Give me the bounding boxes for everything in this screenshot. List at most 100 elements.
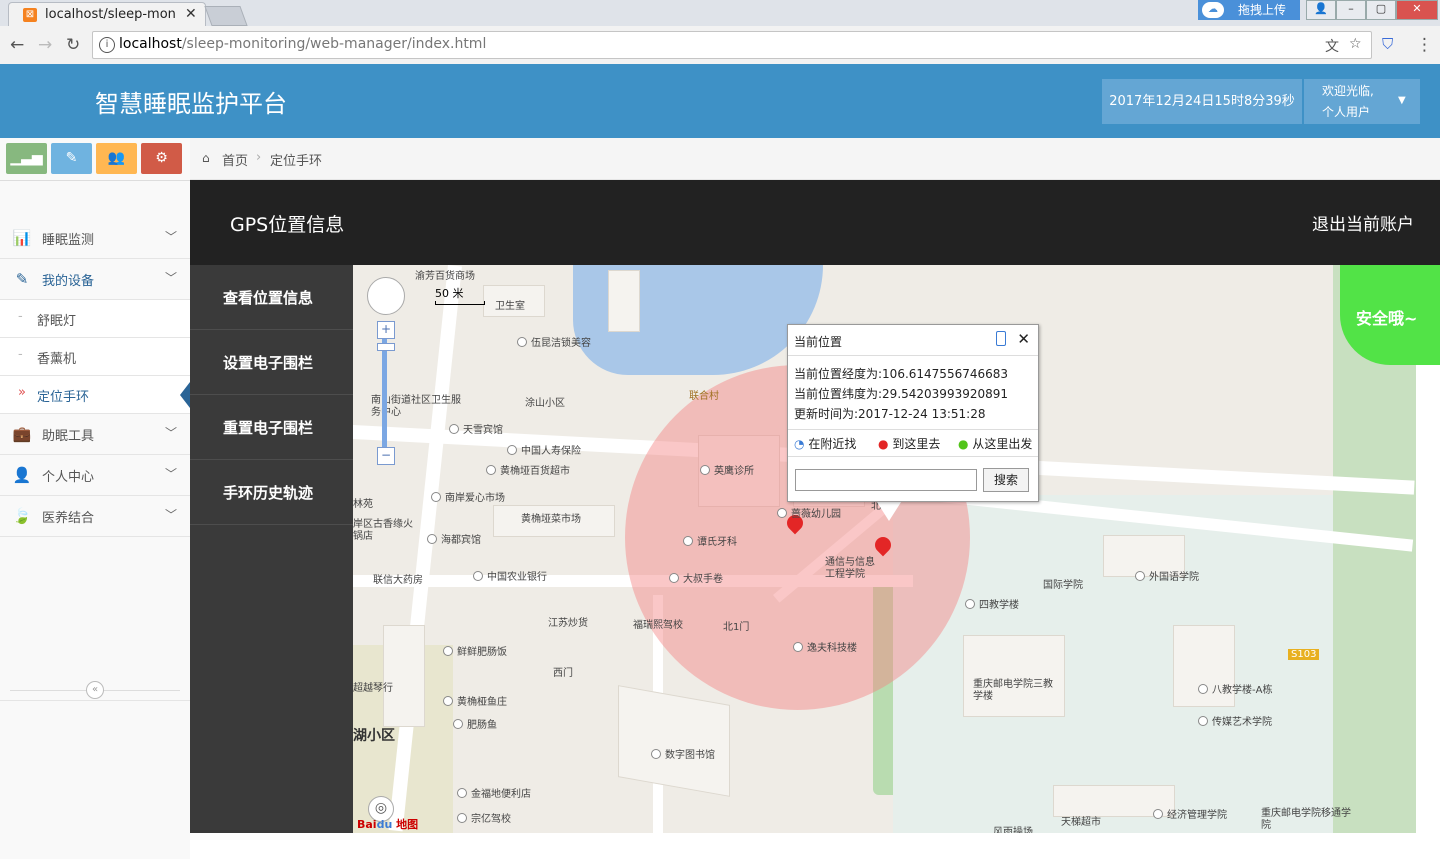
page-bottom	[190, 833, 1440, 859]
info-window-close-icon[interactable]: ✕	[1017, 330, 1030, 348]
window-close-icon[interactable]: ✕	[1396, 0, 1438, 20]
browser-tab[interactable]: ⊠ localhost/sleep-monitc ✕	[8, 2, 206, 27]
info-icon[interactable]: i	[99, 37, 115, 53]
map-poi: 黄桷垭百货超市	[486, 462, 570, 477]
browser-tab-bar: ⊠ localhost/sleep-monitc ✕ ☁ 拖拽上传 👤 – ▢ …	[0, 0, 1440, 27]
user-dropdown[interactable]: 欢迎光临, 个人用户 ▼	[1304, 79, 1420, 124]
map-poi: 渝芳百货商场	[415, 271, 475, 282]
set-fence-button[interactable]: 设置电子围栏	[190, 330, 353, 395]
briefcase-icon: 💼	[12, 425, 32, 443]
map-scale: 50 米	[435, 285, 485, 305]
menu-dots-icon[interactable]: ⋮	[1416, 35, 1433, 55]
minimize-icon[interactable]: –	[1336, 0, 1366, 20]
forward-icon[interactable]: →	[38, 35, 52, 55]
sidebar-subitem-aroma[interactable]: - 香薰机	[0, 338, 190, 376]
map-poi: 海都宾馆	[427, 531, 481, 546]
sidebar-subitem-locator[interactable]: » 定位手环	[0, 376, 190, 414]
sidebar-item-my-devices[interactable]: ✎ 我的设备 ﹀	[0, 259, 190, 300]
building	[383, 625, 425, 727]
welcome-text: 欢迎光临,	[1322, 84, 1374, 98]
gps-menu-label: 重置电子围栏	[223, 419, 314, 437]
sidebar-item-sleep-monitor[interactable]: 📊 睡眠监测 ﹀	[0, 218, 190, 259]
history-track-button[interactable]: 手环历史轨迹	[190, 460, 353, 525]
upload-button[interactable]: ☁ 拖拽上传	[1198, 0, 1300, 20]
double-chevron-left-icon: «	[91, 684, 99, 695]
map-poi: 卫生室	[495, 301, 525, 312]
building	[618, 685, 730, 797]
map-poi: 北1门	[723, 622, 750, 633]
map-poi: 国际学院	[1043, 580, 1083, 591]
map-poi: 蔷薇幼儿园	[777, 505, 841, 520]
route-from-here-button[interactable]: ● 从这里出发	[958, 435, 1032, 452]
chevron-down-icon: ﹀	[165, 508, 178, 522]
map-poi: 宗亿驾校	[457, 810, 511, 825]
breadcrumb-separator-icon: ›	[256, 150, 262, 165]
latitude-text: 当前位置纬度为:29.54203993920891	[794, 387, 1009, 401]
gps-panel-header: GPS位置信息 退出当前账户	[190, 180, 1440, 265]
bookmark-star-icon[interactable]: ☆	[1349, 36, 1362, 52]
poi-search-button[interactable]: 搜索	[983, 468, 1029, 492]
zoom-out-button[interactable]: −	[377, 447, 395, 465]
cogs-shortcut-button[interactable]: ⚙	[141, 143, 182, 174]
map-poi: 西门	[553, 668, 573, 679]
zoom-slider[interactable]	[382, 339, 387, 449]
sidebar: ▁▃▅ ✎ 👥 ⚙ 📊 睡眠监测 ﹀ ✎ 我的设备 ﹀ - 舒眠灯 - 香薰机 …	[0, 138, 191, 859]
crosshair-icon: ◎	[374, 800, 388, 816]
info-window-header: 当前位置 ✕	[788, 325, 1038, 356]
sidebar-item-personal[interactable]: 👤 个人中心 ﹀	[0, 455, 190, 496]
map-poi: 肥肠鱼	[453, 716, 497, 731]
map-pan-control[interactable]	[367, 277, 405, 315]
collapse-sidebar-button[interactable]: «	[86, 681, 104, 699]
favicon-icon: ⊠	[23, 8, 37, 22]
maximize-icon[interactable]: ▢	[1366, 0, 1396, 20]
reload-icon[interactable]: ↻	[66, 35, 80, 55]
gps-menu: 查看位置信息 设置电子围栏 重置电子围栏 手环历史轨迹	[190, 265, 353, 833]
info-window-actions: ◔ 在附近找 ● 到这里去 ● 从这里出发	[788, 429, 1038, 457]
app-header: 智慧睡眠监护平台 2017年12月24日15时8分39秒 欢迎光临, 个人用户 …	[0, 64, 1440, 138]
tab-title: localhost/sleep-monitc	[45, 7, 175, 22]
sidebar-subitem-sleep-lamp[interactable]: - 舒眠灯	[0, 300, 190, 338]
map-poi: 联合村	[689, 391, 719, 402]
route-to-here-button[interactable]: ● 到这里去	[878, 435, 940, 452]
breadcrumb: ⌂ 首页 › 定位手环	[190, 138, 1440, 180]
sidebar-item-medical[interactable]: 🍃 医养结合 ﹀	[0, 496, 190, 537]
chevron-down-icon: ﹀	[165, 467, 178, 481]
signal-shortcut-button[interactable]: ▁▃▅	[6, 143, 47, 174]
pin-icon: ●	[958, 437, 969, 451]
logout-link[interactable]: 退出当前账户	[1312, 210, 1414, 235]
info-window-title: 当前位置	[794, 335, 843, 349]
sidebar-item-sleep-tools[interactable]: 💼 助眠工具 ﹀	[0, 414, 190, 455]
search-nearby-button[interactable]: ◔ 在附近找	[794, 435, 856, 452]
reset-fence-button[interactable]: 重置电子围栏	[190, 395, 353, 460]
bullet-icon: -	[18, 347, 23, 362]
breadcrumb-home[interactable]: 首页	[222, 150, 248, 169]
map-poi: 重庆邮电学院移通学院	[1261, 808, 1351, 831]
sidebar-menu: 📊 睡眠监测 ﹀ ✎ 我的设备 ﹀ - 舒眠灯 - 香薰机 » 定位手环 💼 助…	[0, 218, 190, 537]
address-bar[interactable]: i localhost/sleep-monitoring/web-manager…	[92, 31, 1372, 59]
map-poi: 江苏炒货	[548, 618, 588, 629]
pencil-shortcut-button[interactable]: ✎	[51, 143, 92, 174]
phone-icon[interactable]	[996, 331, 1006, 346]
home-icon: ⌂	[202, 151, 210, 165]
map-poi: 经济管理学院	[1153, 806, 1227, 821]
map-poi: 传媒艺术学院	[1198, 713, 1272, 728]
user-icon[interactable]: 👤	[1306, 0, 1336, 20]
new-tab-button[interactable]	[204, 6, 248, 26]
user-icon: 👤	[12, 466, 32, 484]
upload-label: 拖拽上传	[1238, 3, 1287, 17]
tab-close-icon[interactable]: ✕	[185, 6, 197, 22]
shortcut-bar: ▁▃▅ ✎ 👥 ⚙	[0, 138, 190, 181]
back-icon[interactable]: ←	[10, 35, 24, 55]
users-shortcut-button[interactable]: 👥	[96, 143, 137, 174]
translate-icon[interactable]: ⽂	[1325, 36, 1339, 56]
pencil-icon: ✎	[65, 150, 78, 166]
map-poi: 八教学楼-A栋	[1198, 681, 1272, 696]
zoom-in-button[interactable]: +	[377, 321, 395, 339]
map-poi: 金福地便利店	[457, 785, 531, 800]
chevron-down-icon: ﹀	[165, 426, 178, 440]
poi-search-input[interactable]	[795, 469, 977, 491]
zoom-slider-handle[interactable]	[377, 343, 395, 351]
shield-extension-icon[interactable]: ⛉	[1382, 35, 1393, 53]
view-location-button[interactable]: 查看位置信息	[190, 265, 353, 330]
map-poi: 四教学楼	[965, 596, 1019, 611]
